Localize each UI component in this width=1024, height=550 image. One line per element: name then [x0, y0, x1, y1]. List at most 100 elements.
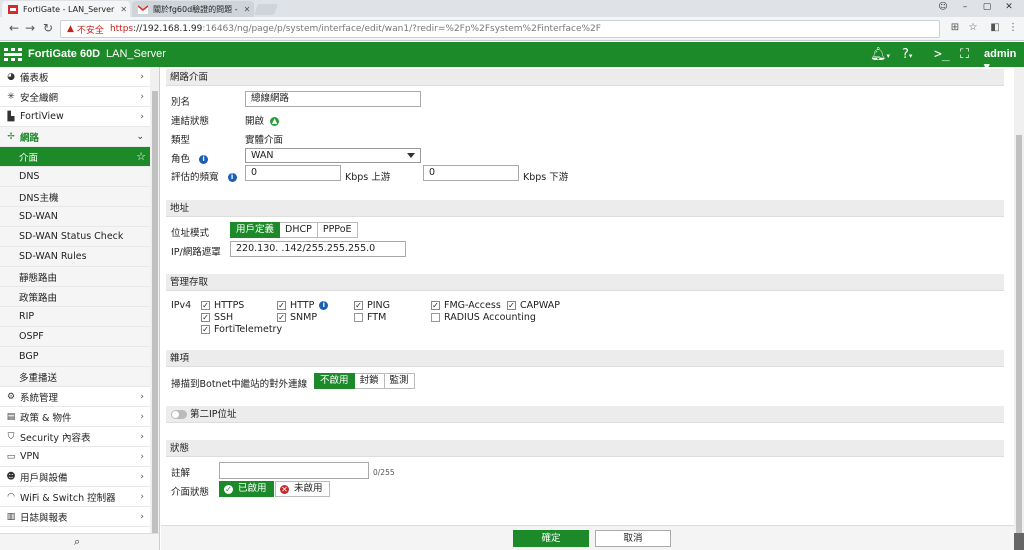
- cancel-button[interactable]: 取消: [595, 530, 671, 547]
- sidebar-item-dashboard[interactable]: ◕ 儀表板 ›: [0, 67, 150, 87]
- cli-console-icon[interactable]: >_: [934, 47, 950, 62]
- tab-title: FortiGate - LAN_Server: [23, 4, 115, 14]
- scrollbar-thumb[interactable]: [1016, 135, 1022, 541]
- tab-fortigate[interactable]: FortiGate - LAN_Server ✕: [2, 1, 130, 17]
- checkbox-unchecked-icon[interactable]: [354, 313, 363, 322]
- sidebar-item-fortiview[interactable]: ▙ FortiView ›: [0, 107, 150, 127]
- checkbox-checked-icon[interactable]: ✓: [354, 301, 363, 310]
- alias-input[interactable]: 總線網路: [245, 91, 421, 107]
- access-ftm[interactable]: FTM: [354, 312, 386, 323]
- close-window-icon[interactable]: ✕: [998, 0, 1020, 14]
- role-select[interactable]: WAN: [245, 148, 421, 163]
- addressing-mode-manual[interactable]: 用戶定義: [230, 222, 281, 238]
- addressing-mode-dhcp[interactable]: DHCP: [280, 222, 318, 238]
- maximize-icon[interactable]: ▢: [976, 0, 998, 14]
- close-tab-icon[interactable]: ✕: [238, 5, 251, 14]
- botnet-monitor[interactable]: 監測: [384, 373, 415, 389]
- sidebar-item-bgp[interactable]: BGP: [0, 347, 150, 367]
- access-ssh[interactable]: ✓ SSH: [201, 312, 233, 323]
- translate-icon[interactable]: ⊞: [948, 22, 962, 33]
- sidebar-item-sd-wan[interactable]: SD-WAN: [0, 207, 150, 227]
- checkbox-checked-icon[interactable]: ✓: [277, 301, 286, 310]
- new-tab-button[interactable]: [253, 4, 279, 15]
- info-icon[interactable]: i: [319, 301, 329, 310]
- sidebar-search[interactable]: ⌕: [0, 533, 159, 550]
- checkbox-checked-icon[interactable]: ✓: [431, 301, 440, 310]
- access-http[interactable]: ✓ HTTP i: [277, 300, 329, 311]
- ok-button[interactable]: 確定: [513, 530, 589, 547]
- sidebar-item-security-fabric[interactable]: ✳ 安全織網 ›: [0, 87, 150, 107]
- access-radius-accounting[interactable]: RADIUS Accounting: [431, 312, 536, 323]
- access-ping[interactable]: ✓ PING: [354, 300, 390, 311]
- checkbox-checked-icon[interactable]: ✓: [507, 301, 516, 310]
- access-capwap[interactable]: ✓ CAPWAP: [507, 300, 560, 311]
- sidebar-scrollbar[interactable]: [150, 67, 159, 537]
- checkbox-checked-icon[interactable]: ✓: [201, 301, 210, 310]
- forward-icon[interactable]: →: [22, 21, 38, 35]
- sidebar-item-policy-objects[interactable]: ▤ 政策 & 物件 ›: [0, 407, 150, 427]
- close-tab-icon[interactable]: ✕: [114, 5, 127, 14]
- sidebar-item-static-routes[interactable]: 靜態路由: [0, 267, 150, 287]
- sidebar-item-ospf[interactable]: OSPF: [0, 327, 150, 347]
- checkbox-unchecked-icon[interactable]: [431, 313, 440, 322]
- profile-icon[interactable]: ☺: [932, 0, 954, 14]
- sidebar-item-wifi-switch[interactable]: ◠ WiFi & Switch 控制器 ›: [0, 487, 150, 507]
- interface-enabled-button[interactable]: ✓ 已啟用: [219, 481, 274, 497]
- info-icon[interactable]: i: [227, 173, 237, 182]
- sidebar-item-multicast[interactable]: 多重播送: [0, 367, 150, 387]
- side-feedback-tab[interactable]: [1014, 533, 1024, 550]
- role-label: 角色 i: [171, 151, 209, 165]
- log-icon: ▥: [6, 511, 16, 522]
- upstream-bandwidth-input[interactable]: 0: [245, 165, 341, 181]
- ip-netmask-input[interactable]: 220.130. .142/255.255.255.0: [230, 241, 406, 257]
- access-fmg-access[interactable]: ✓ FMG-Access: [431, 300, 501, 311]
- downstream-bandwidth-input[interactable]: 0: [423, 165, 519, 181]
- alias-label: 別名: [171, 97, 191, 108]
- sidebar-item-system[interactable]: ⚙ 系統管理 ›: [0, 387, 150, 407]
- sidebar-item-dns[interactable]: DNS: [0, 167, 150, 187]
- botnet-block[interactable]: 封鎖: [354, 373, 385, 389]
- sidebar-item-sd-wan-status-check[interactable]: SD-WAN Status Check: [0, 227, 150, 247]
- status-up-icon: ▲: [270, 117, 280, 126]
- comments-textarea[interactable]: [219, 462, 369, 479]
- back-icon[interactable]: ←: [6, 21, 22, 35]
- checkbox-checked-icon[interactable]: ✓: [201, 325, 210, 334]
- botnet-disable[interactable]: 不啟用: [314, 373, 355, 389]
- sidebar-item-vpn[interactable]: ▭ VPN ›: [0, 447, 150, 467]
- help-icon[interactable]: ?▾: [902, 47, 912, 62]
- sidebar-item-log-report[interactable]: ▥ 日誌與報表 ›: [0, 507, 150, 527]
- reload-icon[interactable]: ↻: [40, 21, 56, 35]
- secondary-ip-toggle[interactable]: [171, 410, 187, 419]
- checkbox-checked-icon[interactable]: ✓: [201, 313, 210, 322]
- access-https[interactable]: ✓ HTTPS: [201, 300, 244, 311]
- minimize-icon[interactable]: –: [954, 0, 976, 14]
- access-fortitelemetry[interactable]: ✓ FortiTelemetry: [201, 324, 282, 335]
- checkbox-checked-icon[interactable]: ✓: [277, 313, 286, 322]
- menu-icon[interactable]: ⋮: [1006, 22, 1020, 33]
- extension-icon[interactable]: ◧: [988, 22, 1002, 33]
- app-window: FortiGate - LAN_Server ✕ 關於fg60d驗證的問題 - …: [0, 0, 1024, 550]
- notification-bell-icon[interactable]: 🔔︎▾: [870, 47, 890, 62]
- sidebar-item-interfaces[interactable]: 介面 ☆: [0, 147, 150, 167]
- scrollbar-thumb[interactable]: [152, 91, 158, 535]
- interface-disabled-button[interactable]: ✕ 未啟用: [275, 481, 330, 497]
- sidebar-item-dns-server[interactable]: DNS主機: [0, 187, 150, 207]
- sidebar-item-rip[interactable]: RIP: [0, 307, 150, 327]
- access-snmp[interactable]: ✓ SNMP: [277, 312, 317, 323]
- fullscreen-icon[interactable]: ⛶: [960, 47, 969, 62]
- info-icon[interactable]: i: [199, 155, 209, 164]
- role-selected-value: WAN: [251, 150, 274, 161]
- sidebar-item-sd-wan-rules[interactable]: SD-WAN Rules: [0, 247, 150, 267]
- addressing-mode-pppoe[interactable]: PPPoE: [317, 222, 358, 238]
- main-scrollbar[interactable]: [1014, 67, 1024, 550]
- sidebar-item-label: 儀表板: [20, 72, 49, 84]
- favorite-star-icon[interactable]: ☆: [136, 150, 146, 163]
- search-icon[interactable]: ⌕: [74, 535, 80, 549]
- sidebar-item-security-profiles[interactable]: ⛉ Security 內容表 ›: [0, 427, 150, 447]
- sidebar-item-user-device[interactable]: ☻ 用戶與設備 ›: [0, 467, 150, 487]
- tab-forum[interactable]: 關於fg60d驗證的問題 - ✕: [132, 1, 254, 17]
- bookmark-star-icon[interactable]: ☆: [966, 22, 980, 33]
- sidebar-item-network[interactable]: ✢ 網路 ⌄: [0, 127, 150, 147]
- sidebar-item-policy-routes[interactable]: 政策路由: [0, 287, 150, 307]
- address-bar[interactable]: ▲ 不安全 https ://192.168.1.99 :16463/ng/pa…: [60, 20, 940, 38]
